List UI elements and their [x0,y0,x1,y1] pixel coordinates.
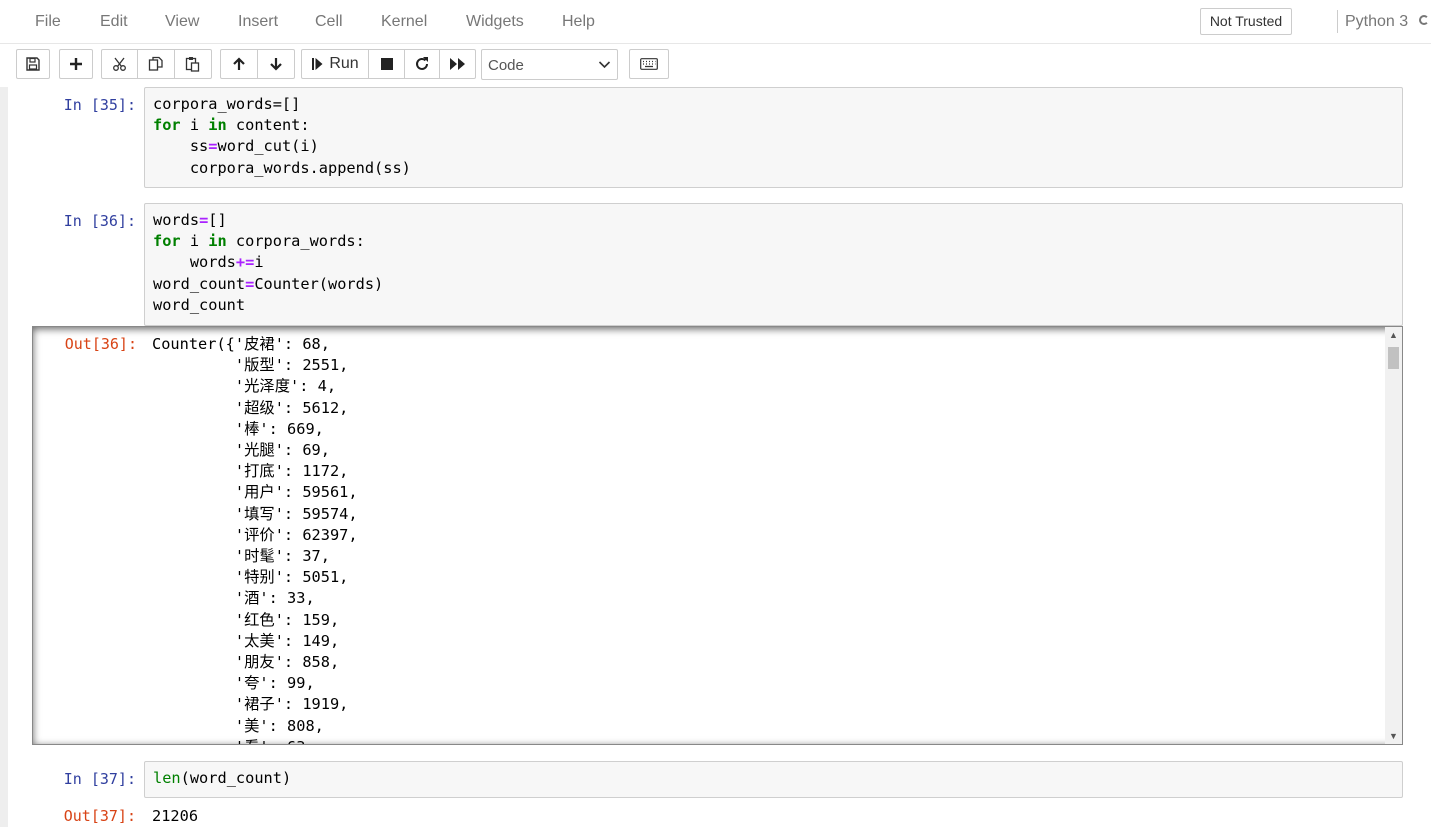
input-prompt: In [37]: [63,770,136,788]
output-prompt: Out[37]: [63,807,136,825]
menu-insert[interactable]: Insert [238,13,278,31]
counter-entry: '朋友': 858, [152,653,340,672]
menu-kernel[interactable]: Kernel [381,13,427,31]
counter-entry: '用户': 59561, [152,483,358,502]
copy-button[interactable] [137,49,175,79]
move-down-button[interactable] [257,49,295,79]
kernel-divider [1337,10,1338,33]
command-palette-button[interactable] [629,49,669,79]
counter-entry: '特别': 5051, [152,568,349,587]
counter-entry: '光泽度': 4, [152,377,337,396]
input-prompt: In [35]: [63,96,136,114]
counter-entry: '时髦': 37, [152,547,330,566]
input-prompt: In [36]: [63,212,136,230]
interrupt-button[interactable] [368,49,405,79]
plus-icon [70,58,82,70]
menu-file[interactable]: File [35,13,61,31]
counter-entry: '美': 808, [152,716,324,735]
counter-entry: '评价': 62397, [152,525,358,544]
move-up-button[interactable] [220,49,258,79]
run-button[interactable]: Run [301,49,369,79]
counter-entry: '打底': 1172, [152,462,349,481]
keyboard-icon [640,58,658,70]
menu-view[interactable]: View [165,13,199,31]
restart-icon [416,57,428,70]
scroll-down-arrow[interactable]: ▼ [1389,731,1398,741]
counter-entry: '填写': 59574, [152,504,358,523]
fast-forward-icon [449,58,465,70]
cell-type-select[interactable]: Code [481,49,618,80]
save-button[interactable] [16,49,50,79]
toolbar: Run Code [0,44,1431,87]
menu-help[interactable]: Help [562,13,595,31]
save-icon [26,57,40,71]
counter-entry: '版型': 2551, [152,356,349,375]
counter-entry: '裙子': 1919, [152,695,349,714]
output-text: 21206 [152,807,199,825]
cut-button[interactable] [101,49,138,79]
scrolled-output-area[interactable]: Out[36]: Counter({'皮裙': 68, '版型': 2551, … [32,326,1403,745]
output-prompt: Out[36]: [64,335,137,353]
trust-indicator-button[interactable]: Not Trusted [1200,8,1292,35]
counter-entry: '看': 63, [152,738,315,744]
arrow-up-icon [233,57,245,70]
code-content: corpora_words=[] for i in content: ss=wo… [153,95,411,177]
run-label: Run [329,55,359,72]
menu-edit[interactable]: Edit [100,13,128,31]
kernel-name: Python 3 [1345,13,1409,30]
paste-icon [185,57,200,72]
copy-icon [148,56,163,71]
counter-entry: '超级': 5612, [152,398,349,417]
insert-cell-button[interactable] [59,49,93,79]
chevron-down-icon [598,50,611,92]
scroll-up-arrow[interactable]: ▲ [1389,330,1398,340]
stop-icon [380,58,393,70]
counter-entry: '红色': 159, [152,610,340,629]
counter-entry: '棒': 669, [152,419,324,438]
notebook-container: In [35]: corpora_words=[] for i in conte… [8,87,1431,827]
output-text: Counter({'皮裙': 68, '版型': 2551, '光泽度': 4,… [152,334,358,744]
scroll-thumb[interactable] [1388,347,1399,369]
restart-run-all-button[interactable] [439,49,476,79]
arrow-down-icon [270,58,282,71]
code-content: words=[] for i in corpora_words: words+=… [153,211,384,314]
counter-entry: '光腿': 69, [152,441,330,460]
kernel-status-icon [1419,15,1429,25]
paste-button[interactable] [174,49,212,79]
restart-button[interactable] [404,49,440,79]
menu-widgets[interactable]: Widgets [466,13,524,31]
output-scrollbar[interactable]: ▲ ▼ [1385,327,1402,744]
cut-icon [112,57,126,71]
code-cell-editor[interactable]: len(word_count) [144,761,1403,798]
menu-cell[interactable]: Cell [315,13,343,31]
counter-entry: '太美': 149, [152,631,340,650]
code-content: len(word_count) [153,769,292,787]
code-cell-editor[interactable]: words=[] for i in corpora_words: words+=… [144,203,1403,326]
step-forward-icon [312,58,323,70]
counter-entry: '夸': 99, [152,674,315,693]
menu-bar: File Edit View Insert Cell Kernel Widget… [0,0,1431,44]
counter-entry: Counter({'皮裙': 68, [152,335,330,353]
cell-type-value: Code [488,57,524,74]
counter-entry: '酒': 33, [152,589,315,608]
code-cell-editor[interactable]: corpora_words=[] for i in content: ss=wo… [144,87,1403,188]
